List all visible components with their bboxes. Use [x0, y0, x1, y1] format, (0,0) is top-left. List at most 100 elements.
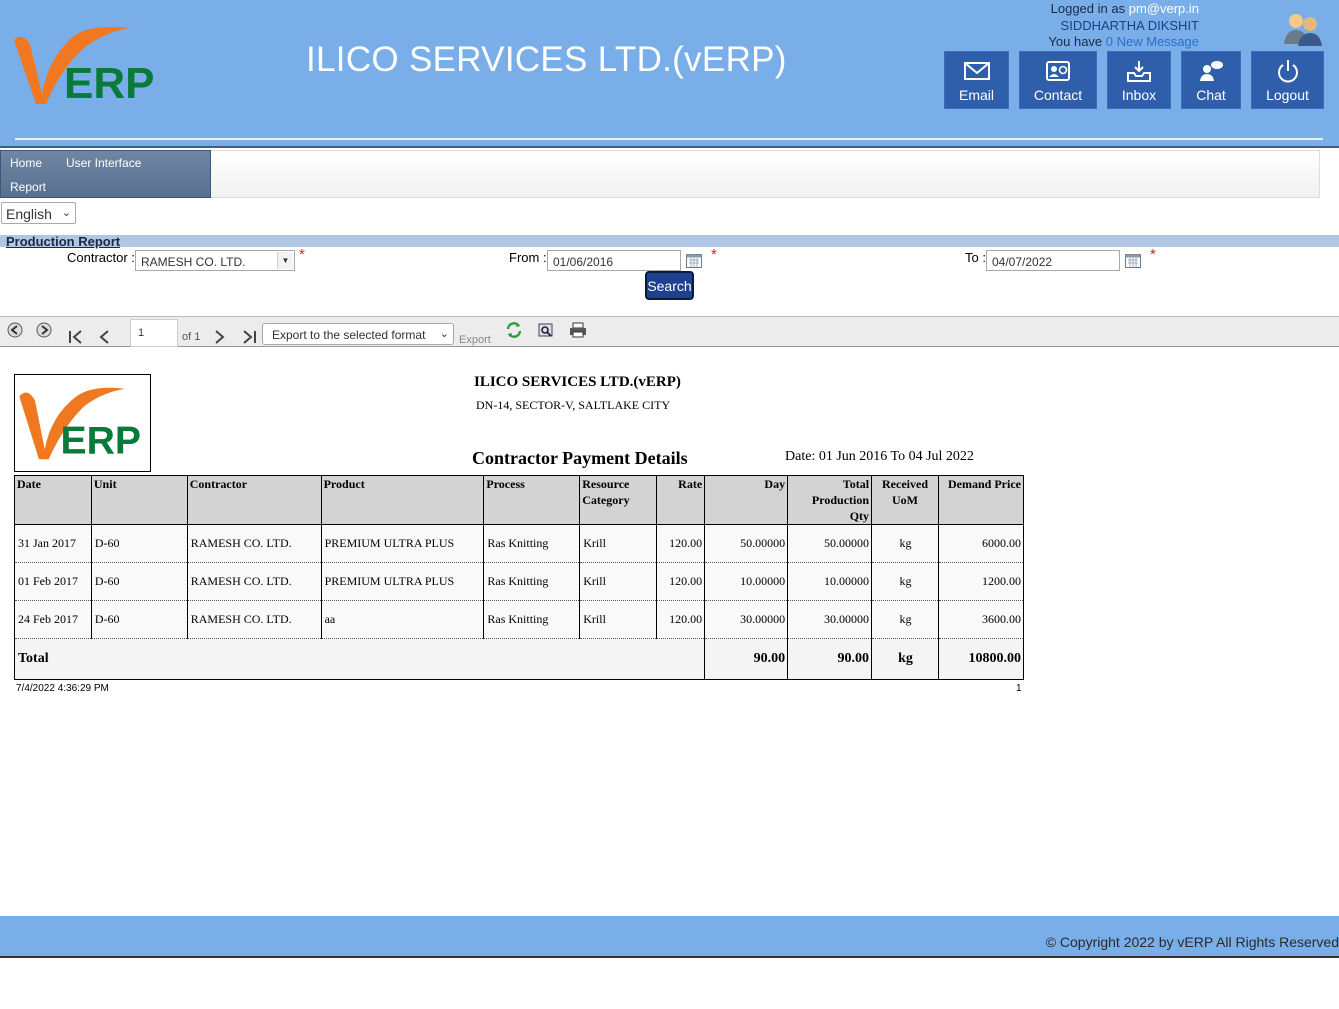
to-date-value: 04/07/2022 — [992, 255, 1053, 269]
section-title: Production Report — [6, 234, 121, 249]
cell-contractor: RAMESH CO. LTD. — [186, 600, 322, 639]
from-date-value: 01/06/2016 — [553, 255, 614, 269]
cell-resource-category: Krill — [579, 524, 658, 563]
menu-item-user-interface[interactable]: User Interface — [66, 156, 141, 170]
svg-text:ERP: ERP — [64, 59, 154, 108]
last-page-icon[interactable] — [240, 329, 258, 345]
app-header: ERP ILICO SERVICES LTD.(vERP) Logged in … — [0, 0, 1339, 148]
inbox-button[interactable]: Inbox — [1107, 51, 1171, 109]
page-number-input[interactable]: 1 — [130, 319, 178, 347]
user-info: Logged in as pm@verp.in SIDDHARTHA DIKSH… — [1048, 1, 1199, 51]
calendar-icon[interactable] — [1125, 254, 1141, 268]
cell-uom: kg — [871, 562, 939, 601]
page-count: of 1 — [182, 331, 201, 343]
first-page-icon[interactable] — [67, 329, 85, 345]
chat-button[interactable]: Chat — [1181, 51, 1241, 109]
language-select[interactable]: English ⌄ — [1, 202, 76, 224]
cell-day: 50.00000 — [704, 524, 789, 563]
report-logo: ERP — [14, 374, 151, 472]
cell-total-qty: 10.00000 — [787, 562, 873, 601]
from-label: From : — [509, 250, 547, 265]
column-header: Rate — [656, 475, 706, 525]
inbox-button-label: Inbox — [1121, 87, 1157, 103]
column-header: Date — [14, 475, 92, 525]
payment-details-table: Date Unit Contractor Product Process Res… — [13, 475, 1025, 680]
contractor-select[interactable]: RAMESH CO. LTD. ▼ — [135, 250, 295, 271]
footer: © Copyright 2022 by vERP All Rights Rese… — [0, 916, 1339, 958]
required-mark: * — [1150, 246, 1156, 263]
dropdown-arrow-icon[interactable]: ▼ — [277, 252, 293, 269]
next-page-icon[interactable] — [212, 329, 226, 345]
cell-date: 24 Feb 2017 — [14, 600, 92, 639]
report-company-name: ILICO SERVICES LTD.(vERP) — [474, 374, 681, 390]
section-bar — [0, 235, 1339, 247]
from-date-input[interactable]: 01/06/2016 — [547, 250, 681, 271]
chevron-down-icon: ⌄ — [439, 328, 449, 340]
back-icon[interactable] — [7, 322, 23, 338]
app-title: ILICO SERVICES LTD.(vERP) — [306, 40, 787, 79]
cell-demand-price: 1200.00 — [937, 562, 1025, 601]
verp-logo: ERP — [14, 27, 154, 108]
header-nav: Email Contact Inbox Chat Logout — [944, 51, 1324, 109]
email-button[interactable]: Email — [944, 51, 1009, 109]
column-header: Day — [704, 475, 789, 525]
logout-button-label: Logout — [1266, 87, 1309, 103]
report-heading: Contractor Payment Details — [472, 448, 688, 468]
total-qty: 90.00 — [787, 638, 873, 680]
cell-date: 31 Jan 2017 — [14, 524, 92, 563]
cell-process: Ras Knitting — [483, 600, 581, 639]
required-mark: * — [711, 246, 717, 263]
power-icon — [1277, 60, 1298, 83]
chevron-down-icon: ⌄ — [61, 207, 71, 219]
cell-product: aa — [320, 600, 485, 639]
previous-page-icon[interactable] — [98, 329, 112, 345]
cell-day: 10.00000 — [704, 562, 789, 601]
export-button[interactable]: Export — [459, 334, 491, 346]
column-header: Demand Price — [937, 475, 1025, 525]
cell-date: 01 Feb 2017 — [14, 562, 92, 601]
refresh-icon[interactable] — [505, 321, 523, 339]
find-icon[interactable] — [537, 321, 555, 339]
to-date-input[interactable]: 04/07/2022 — [986, 250, 1120, 271]
cell-rate: 120.00 — [656, 600, 706, 639]
envelope-icon — [963, 62, 990, 80]
cell-unit: D-60 — [90, 600, 188, 639]
total-uom: kg — [871, 638, 939, 680]
email-button-label: Email — [958, 87, 994, 103]
calendar-icon[interactable] — [686, 254, 702, 268]
print-icon[interactable] — [569, 321, 587, 339]
contact-button-label: Contact — [1033, 87, 1083, 103]
table-row: 24 Feb 2017 D-60 RAMESH CO. LTD. aa Ras … — [14, 600, 1025, 639]
contractor-label: Contractor : — [67, 250, 135, 265]
total-price: 10800.00 — [937, 638, 1025, 680]
chat-icon — [1200, 61, 1223, 81]
search-button[interactable]: Search — [645, 271, 694, 300]
contact-button[interactable]: Contact — [1019, 51, 1097, 109]
chat-button-label: Chat — [1196, 87, 1226, 103]
column-header: Received UoM — [871, 475, 939, 525]
cell-rate: 120.00 — [656, 562, 706, 601]
menu-item-home[interactable]: Home — [10, 156, 42, 170]
logout-button[interactable]: Logout — [1251, 51, 1324, 109]
total-label: Total — [13, 638, 706, 680]
column-header: Contractor — [186, 475, 322, 525]
menu-bar-area — [211, 150, 1320, 198]
user-email[interactable]: pm@verp.in — [1129, 1, 1199, 16]
menu-item-report[interactable]: Report — [10, 180, 46, 194]
column-header: Product — [320, 475, 485, 525]
message-prefix: You have — [1048, 34, 1106, 49]
new-message-link[interactable]: 0 New Message — [1106, 34, 1199, 49]
cell-product: PREMIUM ULTRA PLUS — [320, 562, 485, 601]
column-header: Resource Category — [579, 475, 658, 525]
cell-demand-price: 3600.00 — [937, 600, 1025, 639]
header-divider — [15, 138, 1323, 140]
inbox-icon — [1127, 61, 1151, 82]
cell-unit: D-60 — [90, 524, 188, 563]
export-format-select[interactable]: Export to the selected format ⌄ — [262, 323, 454, 345]
cell-rate: 120.00 — [656, 524, 706, 563]
cell-uom: kg — [871, 600, 939, 639]
contact-card-icon — [1046, 61, 1070, 81]
forward-icon[interactable] — [36, 322, 52, 338]
total-day: 90.00 — [704, 638, 789, 680]
required-mark: * — [299, 246, 305, 263]
